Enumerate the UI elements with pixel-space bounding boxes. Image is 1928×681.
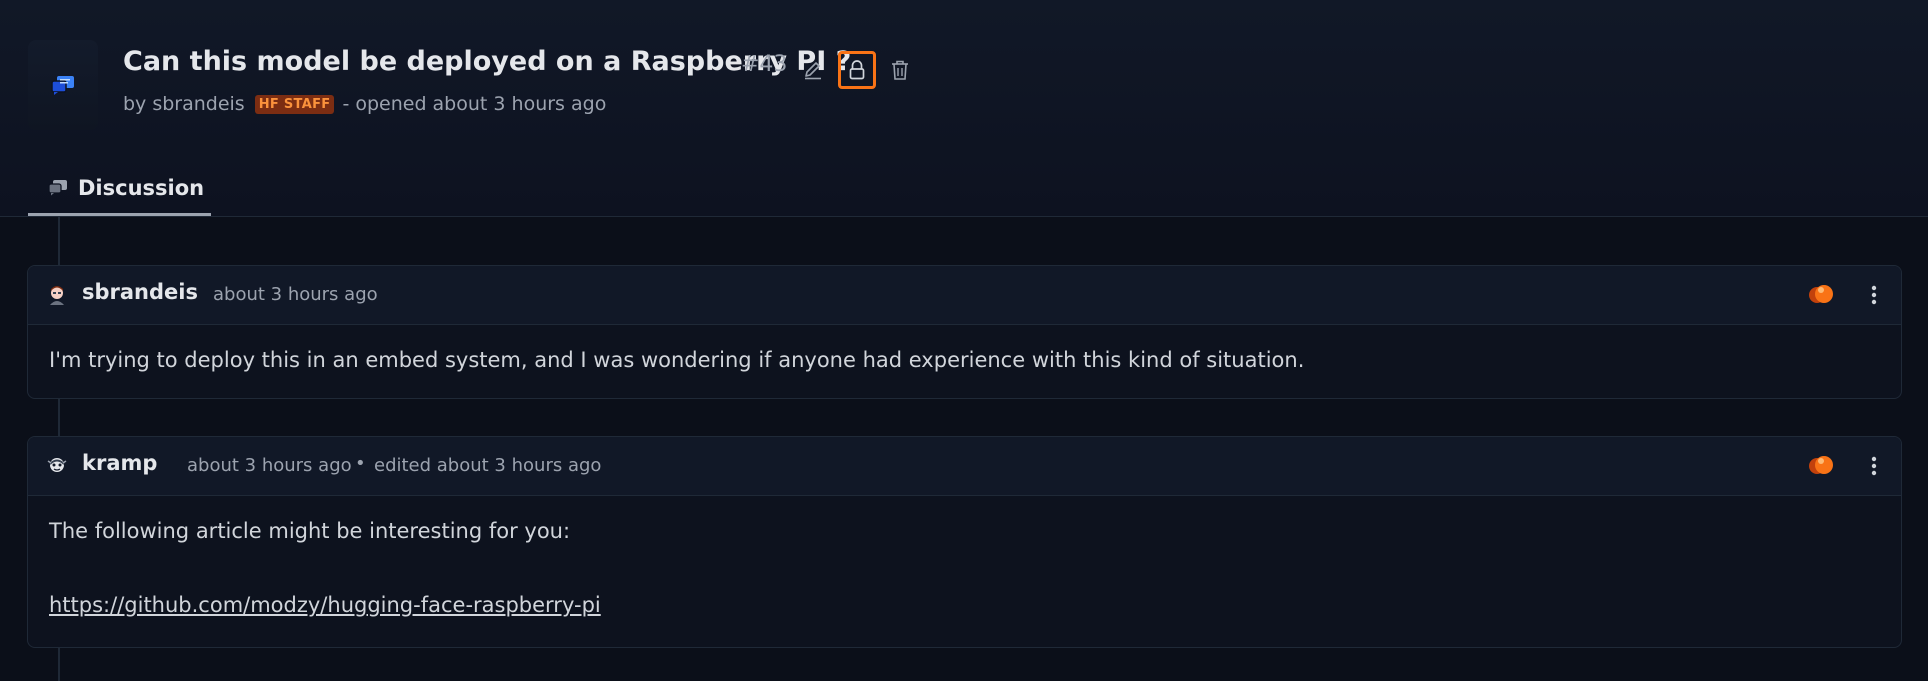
comment-body: I'm trying to deploy this in an embed sy… — [49, 348, 1305, 372]
comment-card: sbrandeis about 3 hours ago I'm trying t… — [27, 265, 1902, 399]
staff-badge: HF STAFF — [254, 94, 335, 114]
avatar[interactable] — [46, 284, 68, 306]
comment-author[interactable]: sbrandeis — [82, 280, 198, 304]
discussion-number: #43 — [741, 52, 788, 77]
edit-title-button[interactable] — [798, 55, 828, 85]
tab-label: Discussion — [78, 175, 205, 200]
opened-time: - opened about 3 hours ago — [342, 93, 607, 115]
comment-header: kramp about 3 hours ago • edited about 3… — [28, 437, 1901, 496]
avatar[interactable] — [46, 455, 68, 477]
more-options-icon[interactable] — [1869, 283, 1879, 307]
lock-icon — [849, 60, 865, 80]
more-options-icon[interactable] — [1869, 454, 1879, 478]
separator-dot: • — [355, 453, 366, 474]
discussion-meta: by sbrandeis HF STAFF - opened about 3 h… — [123, 93, 606, 115]
reaction-icon[interactable] — [1807, 283, 1835, 305]
reaction-icon[interactable] — [1807, 454, 1835, 476]
comment-author[interactable]: kramp — [82, 451, 157, 475]
lock-discussion-button[interactable] — [838, 51, 876, 89]
comment-time: about 3 hours ago — [187, 455, 352, 476]
by-label: by — [123, 93, 147, 115]
comment-body: The following article might be interesti… — [28, 496, 1901, 640]
article-link[interactable]: https://github.com/modzy/hugging-face-ra… — [49, 593, 601, 617]
comment-time: about 3 hours ago — [213, 284, 378, 305]
pencil-icon — [805, 62, 821, 80]
tab-discussion[interactable]: Discussion — [28, 162, 211, 216]
author-link[interactable]: sbrandeis — [152, 93, 244, 115]
discussion-icon — [51, 76, 74, 95]
comment-card: kramp about 3 hours ago • edited about 3… — [27, 436, 1902, 648]
trash-icon — [892, 60, 908, 80]
discussion-badge — [28, 40, 98, 130]
comment-header: sbrandeis about 3 hours ago — [28, 266, 1901, 325]
discussion-header: Can this model be deployed on a Raspberr… — [0, 0, 1928, 217]
delete-discussion-button[interactable] — [885, 55, 915, 85]
comment-paragraph: The following article might be interesti… — [49, 519, 571, 543]
edited-time[interactable]: edited about 3 hours ago — [374, 455, 601, 476]
discussion-icon — [48, 180, 67, 196]
